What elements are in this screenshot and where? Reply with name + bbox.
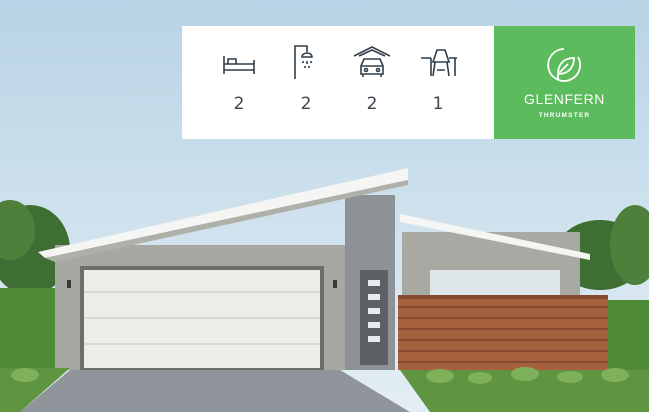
- leaf-icon: [547, 48, 581, 82]
- left-hedge: [0, 288, 58, 368]
- garage-count: 2: [366, 94, 378, 114]
- shower-icon: [294, 45, 313, 79]
- garage-door: [80, 266, 324, 372]
- brand-name: GLENFERN: [523, 91, 606, 107]
- bathrooms-count: 2: [300, 94, 312, 114]
- bedrooms-stat: 2: [213, 44, 265, 114]
- brand-badge[interactable]: GLENFERN THRUMSTER: [494, 26, 635, 139]
- timber-fence: [398, 295, 608, 370]
- garage-car-icon: [353, 46, 391, 77]
- features-panel: 2 2 2 1: [182, 26, 494, 139]
- bathrooms-stat: 2: [280, 44, 332, 114]
- right-wing-window: [430, 270, 560, 298]
- dining-table-chair-icon: [421, 49, 457, 77]
- living-stat: 1: [412, 44, 464, 114]
- home-design-card[interactable]: 2 2 2 1 GLENFERN THRUMSTER: [0, 0, 649, 412]
- bedrooms-count: 2: [233, 94, 245, 114]
- design-model-name: THRUMSTER: [538, 112, 591, 119]
- living-count: 1: [432, 94, 444, 114]
- garage-stat: 2: [346, 44, 398, 114]
- bed-icon: [223, 56, 255, 74]
